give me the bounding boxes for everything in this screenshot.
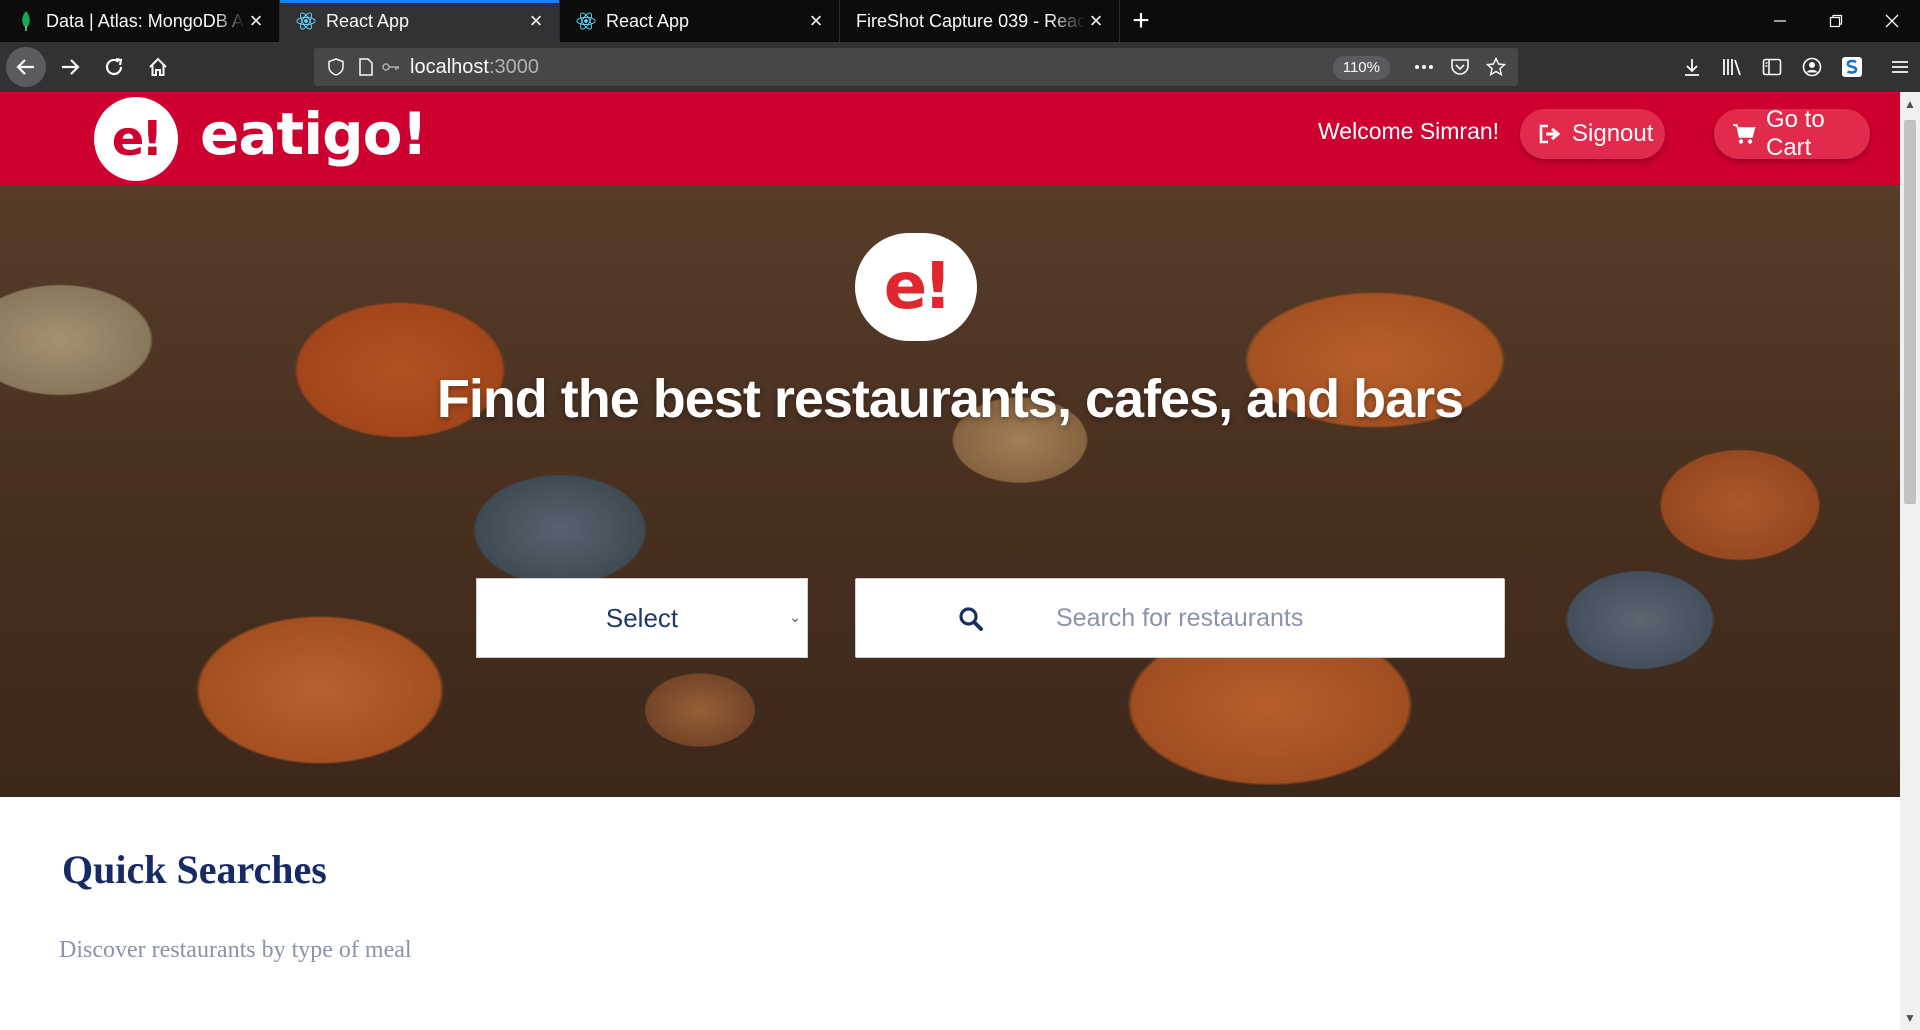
mongodb-leaf-icon	[16, 11, 36, 31]
page-scrollbar[interactable]: ▲ ▼	[1900, 92, 1920, 1030]
signout-label: Signout	[1572, 120, 1654, 147]
extension-icon[interactable]	[1832, 47, 1872, 87]
browser-toolbar: localhost:3000 110%	[0, 42, 1920, 92]
minimize-icon[interactable]	[1752, 0, 1808, 42]
close-icon[interactable]: ×	[525, 8, 547, 33]
pocket-icon[interactable]	[1450, 58, 1470, 76]
zoom-level-badge[interactable]: 110%	[1332, 56, 1390, 80]
hero-banner: e! Find the best restaurants, cafes, and…	[0, 185, 1900, 797]
search-icon	[958, 606, 984, 632]
quick-searches-heading: Quick Searches	[62, 847, 327, 892]
tab-mongodb-atlas[interactable]: Data | Atlas: MongoDB Atlas ×	[0, 0, 280, 42]
scroll-down-icon[interactable]: ▼	[1900, 1008, 1920, 1028]
account-icon[interactable]	[1792, 47, 1832, 87]
quick-searches-subtitle: Discover restaurants by type of meal	[59, 937, 412, 963]
search-input[interactable]	[1056, 579, 1496, 657]
restore-icon[interactable]	[1808, 0, 1864, 42]
signout-button[interactable]: Signout	[1520, 109, 1665, 159]
welcome-text: Welcome Simran!	[1318, 118, 1500, 144]
location-select-value: Select	[605, 602, 679, 633]
tab-title: FireShot Capture 039 - React App	[856, 10, 1085, 31]
cart-icon	[1732, 123, 1756, 145]
web-page: e! eatigo! Welcome Simran! Signout Go to…	[0, 92, 1900, 1030]
scroll-thumb[interactable]	[1904, 120, 1916, 504]
tab-react-app[interactable]: React App ×	[560, 0, 840, 42]
signout-icon	[1538, 124, 1562, 144]
tab-react-app-active[interactable]: React App ×	[280, 0, 560, 42]
toolbar-right	[1672, 42, 1920, 92]
shield-icon[interactable]	[328, 58, 344, 76]
library-icon[interactable]	[1712, 47, 1752, 87]
browser-tab-strip: Data | Atlas: MongoDB Atlas × React App …	[0, 0, 1920, 42]
restaurant-search-box[interactable]	[855, 578, 1505, 658]
window-controls	[1752, 0, 1920, 42]
header-logo[interactable]: e!	[94, 97, 178, 181]
react-icon	[296, 11, 316, 31]
url-host: localhost	[410, 55, 489, 78]
forward-arrow-icon[interactable]	[50, 47, 90, 87]
url-port: :3000	[488, 55, 539, 78]
cart-label: Go to Cart	[1766, 106, 1825, 161]
page-icon	[358, 58, 374, 76]
chevron-down-icon: ⌄	[789, 609, 801, 625]
scroll-up-icon[interactable]: ▲	[1900, 94, 1920, 114]
url-actions	[1414, 48, 1506, 86]
go-to-cart-button[interactable]: Go to Cart	[1714, 106, 1870, 161]
address-bar[interactable]: localhost:3000 110%	[314, 48, 1518, 86]
reload-icon[interactable]	[94, 47, 134, 87]
tab-title: React App	[326, 10, 410, 31]
more-actions-icon[interactable]	[1414, 64, 1434, 70]
new-tab-button[interactable]: +	[1120, 0, 1162, 42]
back-arrow-icon[interactable]	[6, 47, 46, 87]
bookmark-star-icon[interactable]	[1486, 57, 1506, 77]
hero-title: Find the best restaurants, cafes, and ba…	[436, 369, 1464, 429]
site-header: e! eatigo! Welcome Simran! Signout Go to…	[0, 92, 1900, 185]
close-icon[interactable]: ×	[805, 8, 827, 33]
sidebar-icon[interactable]	[1752, 47, 1792, 87]
tab-title: React App	[606, 10, 690, 31]
location-select[interactable]: Select ⌄	[476, 578, 808, 658]
download-icon[interactable]	[1672, 47, 1712, 87]
brand-name[interactable]: eatigo!	[200, 100, 428, 168]
hero-logo: e!	[855, 233, 977, 341]
react-icon	[576, 11, 596, 31]
tab-title: Data | Atlas: MongoDB Atlas	[46, 10, 245, 31]
tab-fireshot-capture[interactable]: FireShot Capture 039 - React App ×	[840, 0, 1120, 42]
key-icon[interactable]	[382, 61, 400, 73]
menu-icon[interactable]	[1880, 47, 1920, 87]
close-window-icon[interactable]	[1864, 0, 1920, 42]
home-icon[interactable]	[138, 47, 178, 87]
close-icon[interactable]: ×	[245, 8, 267, 33]
close-icon[interactable]: ×	[1085, 8, 1107, 33]
